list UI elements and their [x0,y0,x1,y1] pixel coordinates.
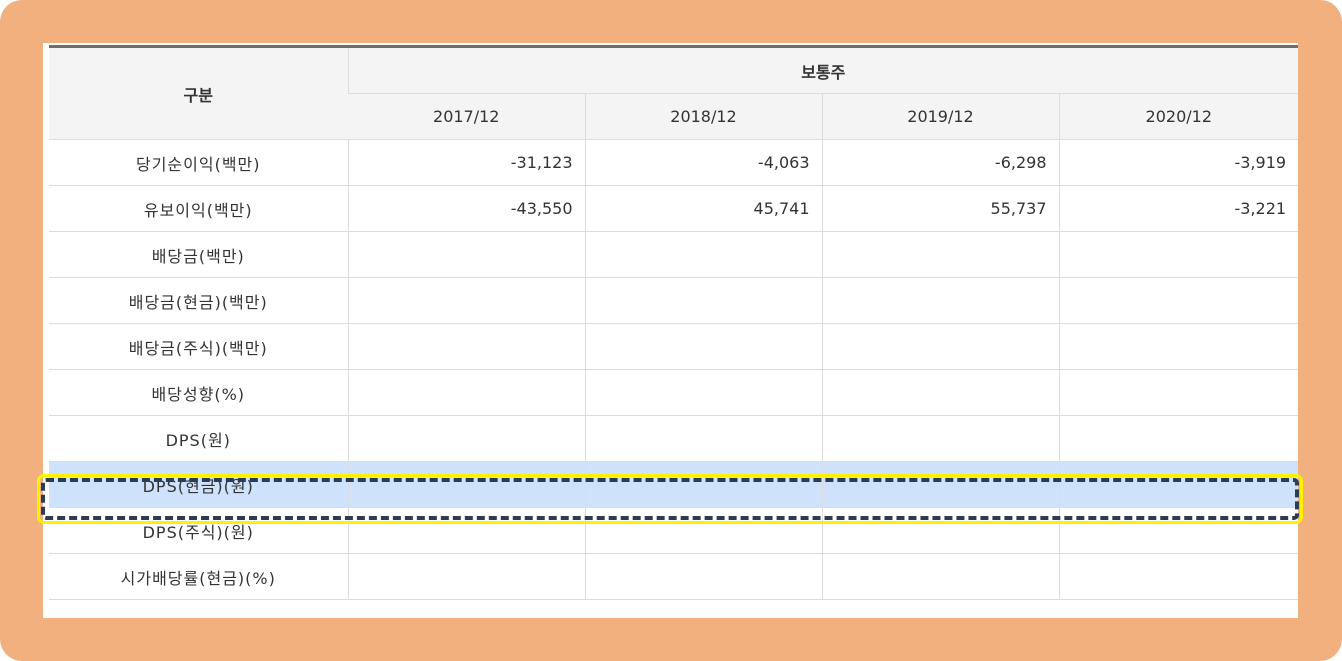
table-row: 시가배당률(현금)(%) [49,553,1298,600]
table-cell [821,231,1059,278]
row-label: 배당성향(%) [49,369,348,416]
row-label: 배당금(주식)(백만) [49,323,348,370]
table-cell: 55,737 [821,185,1059,232]
table-row-highlighted: DPS(현금)(원) [49,461,1298,508]
table-cell [347,323,585,370]
table-cell [584,323,822,370]
table-row: 배당성향(%) [49,369,1298,416]
row-label: 당기순이익(백만) [49,139,348,186]
table-cell [821,277,1059,324]
table-cell: -3,919 [1058,139,1298,186]
highlight-frame: 구분 보통주 2017/12 2018/12 2019/12 2020/12 당… [0,0,1342,661]
table-cell: -43,550 [347,185,585,232]
table-cell [347,415,585,462]
row-label: DPS(원) [49,415,348,462]
header-period: 2018/12 [584,93,822,140]
table-row: DPS(원) [49,415,1298,462]
table-cell [821,415,1059,462]
header-period: 2019/12 [821,93,1059,140]
table-cell [584,415,822,462]
table-row: 당기순이익(백만) -31,123 -4,063 -6,298 -3,919 [49,139,1298,186]
table-cell [821,507,1059,554]
header-common-stock: 보통주 [347,46,1298,94]
header-category: 구분 [49,46,348,140]
table-cell [584,507,822,554]
table-cell [1058,323,1298,370]
table-cell: 45,741 [584,185,822,232]
table-cell [1058,277,1298,324]
table-cell [584,369,822,416]
table-cell [347,231,585,278]
row-label: DPS(주식)(원) [49,507,348,554]
row-label: 배당금(현금)(백만) [49,277,348,324]
table-cell [1058,461,1298,508]
table-cell [347,277,585,324]
table-cell [821,553,1059,600]
row-label: 유보이익(백만) [49,185,348,232]
row-label: 배당금(백만) [49,231,348,278]
table-cell [347,553,585,600]
table-cell [821,323,1059,370]
table-cell: -3,221 [1058,185,1298,232]
table-row: DPS(주식)(원) [49,507,1298,554]
row-label: 시가배당률(현금)(%) [49,553,348,600]
header-period: 2017/12 [348,93,585,140]
table-cell [347,507,585,554]
table-row: 유보이익(백만) -43,550 45,741 55,737 -3,221 [49,185,1298,232]
row-label: DPS(현금)(원) [49,461,348,508]
table-cell: -6,298 [821,139,1059,186]
table-cell [821,461,1059,508]
table-row: 배당금(주식)(백만) [49,323,1298,370]
table-cell [1058,507,1298,554]
table-cell: -4,063 [584,139,822,186]
table-cell: -31,123 [347,139,585,186]
header-period: 2020/12 [1058,93,1298,140]
table-cell [1058,231,1298,278]
table-cell [347,461,585,508]
table-cell [584,277,822,324]
table-cell [1058,415,1298,462]
dividend-table-panel: 구분 보통주 2017/12 2018/12 2019/12 2020/12 당… [43,43,1298,618]
table-cell [584,553,822,600]
table-cell [347,369,585,416]
table-cell [1058,553,1298,600]
table-cell [584,461,822,508]
table-cell [1058,369,1298,416]
table-cell [584,231,822,278]
table-row: 배당금(백만) [49,231,1298,278]
table-row: 배당금(현금)(백만) [49,277,1298,324]
table-cell [821,369,1059,416]
dividend-table: 구분 보통주 2017/12 2018/12 2019/12 2020/12 당… [49,45,1298,600]
